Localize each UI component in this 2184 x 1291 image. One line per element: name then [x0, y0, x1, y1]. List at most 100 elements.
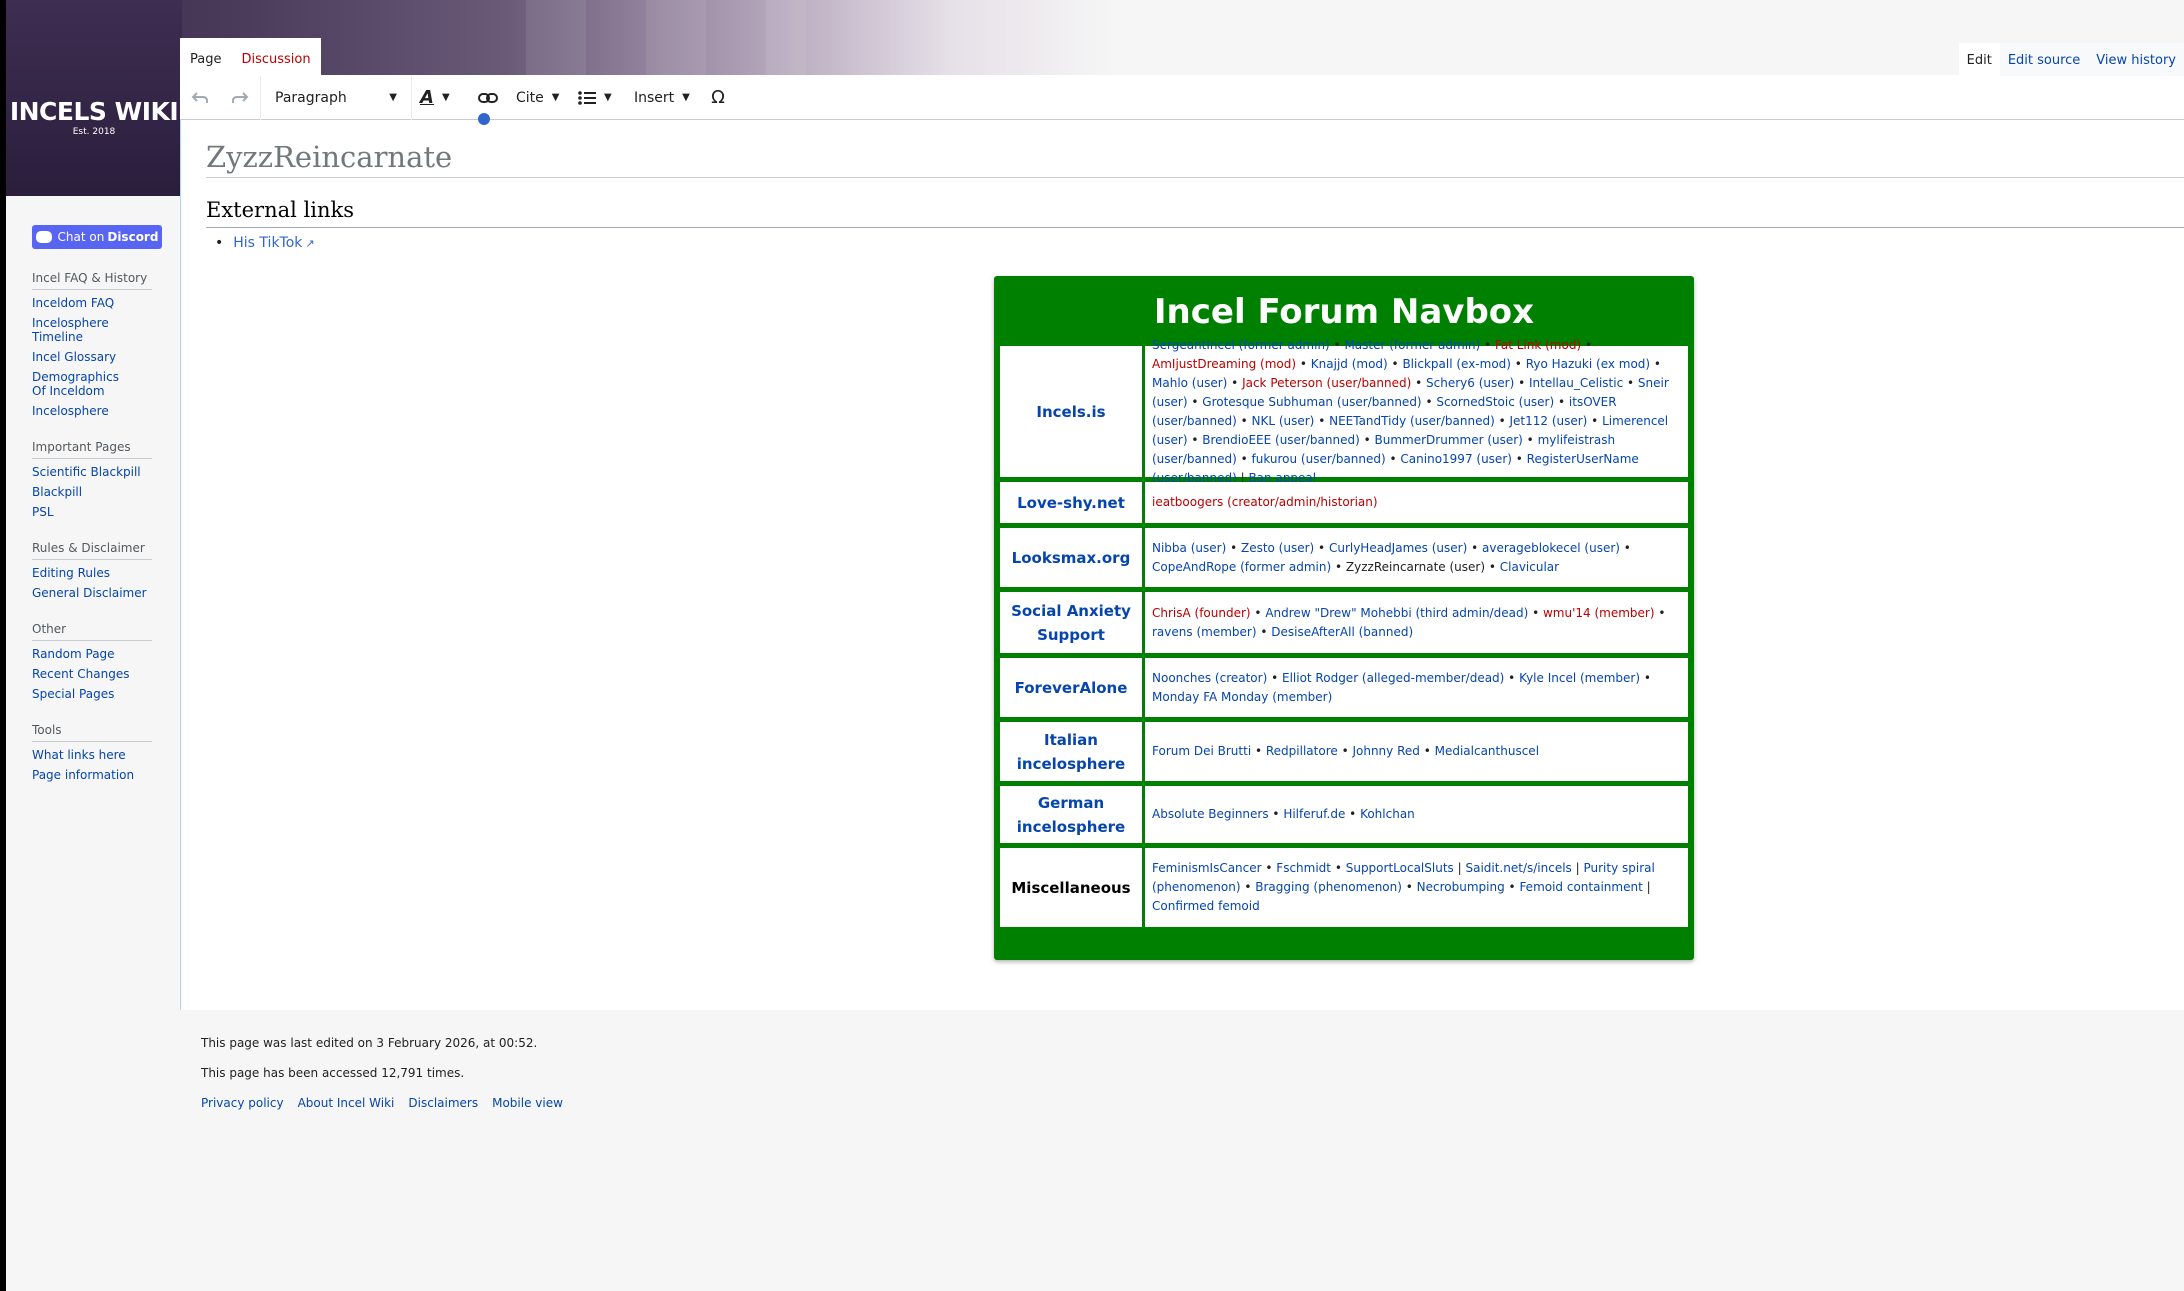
navbox-link[interactable]: Monday FA Monday (member) — [1152, 690, 1332, 704]
sidebar-link[interactable]: Random Page — [32, 647, 158, 661]
footer-link[interactable]: Privacy policy — [201, 1096, 284, 1110]
sidebar-link[interactable]: Page information — [32, 768, 158, 782]
sidebar-link[interactable]: Incel Glossary — [32, 350, 158, 364]
navbox-link[interactable]: SupportLocalSluts — [1346, 861, 1454, 875]
navbox-link[interactable]: Schery6 (user) — [1426, 376, 1514, 390]
sidebar-link[interactable]: Incelosphere — [32, 404, 158, 418]
navbox-link[interactable]: Absolute Beginners — [1152, 807, 1269, 821]
navbox-group[interactable]: German incelosphere — [1000, 786, 1142, 843]
navbox-link[interactable]: Knajjd (mod) — [1311, 357, 1388, 371]
navbox-link[interactable]: Saidit.net/s/incels — [1465, 861, 1571, 875]
tiktok-link[interactable]: His TikTok — [233, 235, 302, 251]
navbox-link[interactable]: Confirmed femoid — [1152, 899, 1260, 913]
navbox-link[interactable]: Medialcanthuscel — [1435, 744, 1539, 758]
tab-page[interactable]: Page — [180, 38, 231, 76]
navbox-link[interactable]: Femoid containment — [1519, 880, 1642, 894]
navbox-group[interactable]: ForeverAlone — [1000, 658, 1142, 717]
tab-discussion[interactable]: Discussion — [231, 38, 320, 76]
navbox-link[interactable]: Andrew "Drew" Mohebbi (third admin/dead) — [1265, 606, 1528, 620]
navbox-link[interactable]: Hilferuf.de — [1283, 807, 1345, 821]
navbox-link[interactable]: DesiseAfterAll (banned) — [1271, 625, 1413, 639]
sidebar-link[interactable]: PSL — [32, 505, 158, 519]
tab-edit[interactable]: Edit — [1958, 43, 2000, 76]
navbox-link[interactable]: AmIjustDreaming (mod) — [1152, 357, 1296, 371]
navbox-link[interactable]: Clavicular — [1500, 560, 1559, 574]
section-heading[interactable]: External links — [206, 198, 2184, 228]
page-title[interactable]: ZyzzReincarnate — [206, 140, 2184, 178]
navbox-link[interactable]: Bragging (phenomenon) — [1255, 880, 1402, 894]
navbox-group[interactable]: Social Anxiety Support — [1000, 592, 1142, 653]
sidebar-link[interactable]: Inceldom FAQ — [32, 296, 158, 310]
sidebar-link[interactable]: Special Pages — [32, 687, 158, 701]
sidebar-link[interactable]: Incelosphere Timeline — [32, 316, 158, 344]
navbox-group[interactable]: Love-shy.net — [1000, 482, 1142, 523]
navbox-link[interactable]: Ryo Hazuki (ex mod) — [1526, 357, 1650, 371]
navbox-link[interactable]: SergeantIncel (former admin) — [1152, 338, 1330, 352]
navbox-link[interactable]: ieatboogers (creator/admin/historian) — [1152, 495, 1378, 509]
navbox-link[interactable]: NEETandTidy (user/banned) — [1329, 414, 1495, 428]
sidebar-link[interactable]: What links here — [32, 748, 158, 762]
list-item[interactable]: His TikTok↗ — [215, 235, 314, 251]
navbox-link[interactable]: Redpillatore — [1266, 744, 1338, 758]
navbox-link[interactable]: Grotesque Subhuman (user/banned) — [1202, 395, 1421, 409]
navbox-link[interactable]: ChrisA (founder) — [1152, 606, 1251, 620]
navbox-link[interactable]: Intellau_Celistic — [1529, 376, 1623, 390]
navbox-link[interactable]: Master (former admin) — [1344, 338, 1480, 352]
navbox-link[interactable]: Mahlo (user) — [1152, 376, 1227, 390]
link-button[interactable] — [468, 76, 508, 120]
navbox-link[interactable]: BummerDrummer (user) — [1375, 433, 1523, 447]
insert-dropdown[interactable]: Insert ▼ — [626, 76, 698, 120]
logo-title: INCELS WIKI — [9, 97, 179, 126]
navbox-link[interactable]: CurlyHeadJames (user) — [1329, 541, 1467, 555]
navbox-link[interactable]: NKL (user) — [1251, 414, 1314, 428]
sidebar-link[interactable]: Recent Changes — [32, 667, 158, 681]
footer-link[interactable]: Mobile view — [492, 1096, 563, 1110]
cite-dropdown[interactable]: Cite ▼ — [508, 76, 570, 120]
sidebar-link[interactable]: Scientific Blackpill — [32, 465, 158, 479]
footer-link[interactable]: Disclaimers — [408, 1096, 478, 1110]
redo-button[interactable] — [220, 76, 260, 120]
navbox-group[interactable]: Looksmax.org — [1000, 528, 1142, 587]
navbox-link[interactable]: Fat Link (mod) — [1495, 338, 1581, 352]
navbox-group[interactable]: Incels.is — [1000, 346, 1142, 477]
navbox-link[interactable]: ravens (member) — [1152, 625, 1257, 639]
navbox-link[interactable]: averageblokecel (user) — [1482, 541, 1620, 555]
sidebar-link[interactable]: Editing Rules — [32, 566, 158, 580]
navbox-group[interactable]: Italian incelosphere — [1000, 722, 1142, 781]
wiki-logo[interactable]: INCELS WIKI Est. 2018 — [6, 0, 182, 196]
navbox-link[interactable]: wmu'14 (member) — [1543, 606, 1655, 620]
navbox-link[interactable]: fukurou (user/banned) — [1251, 452, 1385, 466]
navbox-link[interactable]: Kohlchan — [1360, 807, 1415, 821]
special-character-button[interactable]: Ω — [698, 76, 738, 120]
sidebar-link[interactable]: General Disclaimer — [32, 586, 158, 600]
sidebar-link[interactable]: Demographics Of Inceldom — [32, 370, 132, 398]
footer-link[interactable]: About Incel Wiki — [298, 1096, 395, 1110]
navbox-link[interactable]: FeminismIsCancer — [1152, 861, 1262, 875]
tab-view-history[interactable]: View history — [2088, 43, 2184, 76]
navbox-link[interactable]: Noonches (creator) — [1152, 671, 1267, 685]
navbox-link[interactable]: Jack Peterson (user/banned) — [1242, 376, 1411, 390]
sidebar-link[interactable]: Blackpill — [32, 485, 158, 499]
navbox-link[interactable]: Fschmidt — [1276, 861, 1331, 875]
navbox-link[interactable]: Necrobumping — [1417, 880, 1505, 894]
paragraph-dropdown[interactable]: Paragraph ▼ — [261, 76, 411, 120]
text-style-dropdown[interactable]: A ▼ — [412, 76, 468, 120]
view-tabs: Edit Edit source View history — [1958, 43, 2184, 76]
navbox-link[interactable]: CopeAndRope (former admin) — [1152, 560, 1331, 574]
navbox-link[interactable]: Nibba (user) — [1152, 541, 1226, 555]
navbox-link[interactable]: Elliot Rodger (alleged-member/dead) — [1282, 671, 1504, 685]
navbox-link[interactable]: Forum Dei Brutti — [1152, 744, 1251, 758]
navbox-link[interactable]: Zesto (user) — [1241, 541, 1314, 555]
navbox-link[interactable]: Johnny Red — [1352, 744, 1419, 758]
navbox-link[interactable]: BrendioEEE (user/banned) — [1202, 433, 1360, 447]
tab-edit-source[interactable]: Edit source — [2000, 43, 2088, 76]
navbox-link[interactable]: ScornedStoic (user) — [1436, 395, 1554, 409]
navbox-link[interactable]: Jet112 (user) — [1509, 414, 1587, 428]
navbox-link[interactable]: Blickpall (ex-mod) — [1402, 357, 1511, 371]
navbox-link[interactable]: ZyzzReincarnate (user) — [1346, 560, 1485, 574]
list-dropdown[interactable]: ▼ — [570, 76, 626, 120]
navbox-link[interactable]: Kyle Incel (member) — [1519, 671, 1640, 685]
discord-button[interactable]: Chat on Discord — [32, 225, 162, 249]
undo-button[interactable] — [180, 76, 220, 120]
navbox-link[interactable]: Canino1997 (user) — [1400, 452, 1512, 466]
